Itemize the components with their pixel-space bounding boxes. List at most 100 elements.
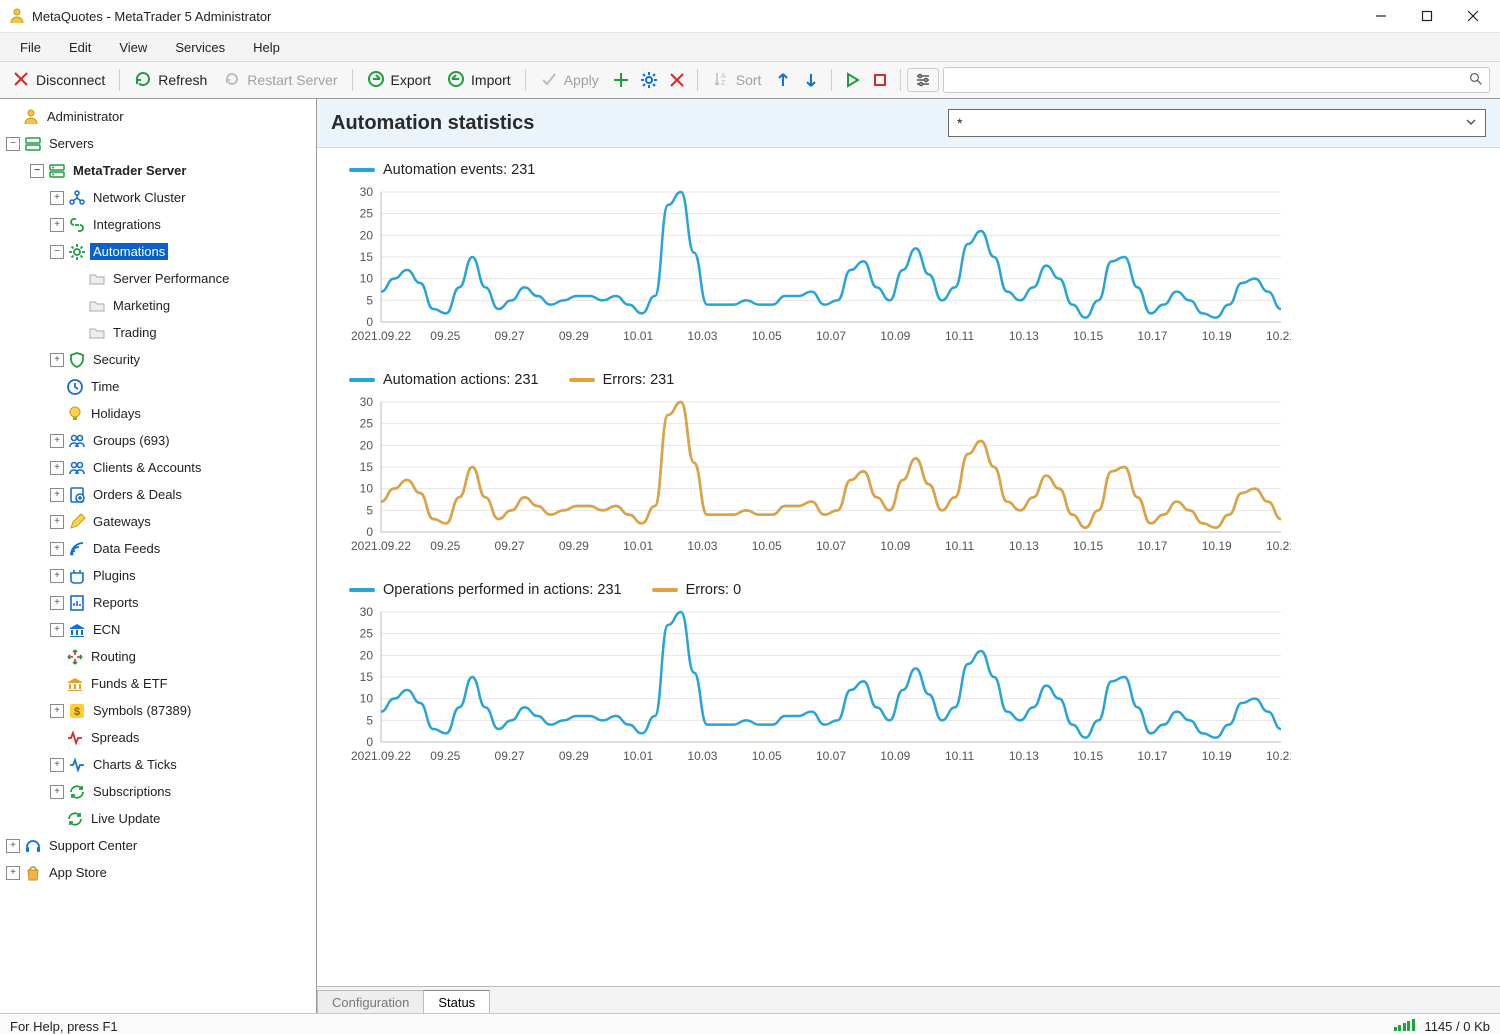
search-input[interactable] xyxy=(944,73,1489,88)
import-button[interactable]: Import xyxy=(439,66,519,95)
svg-text:2021.09.22: 2021.09.22 xyxy=(351,329,411,343)
svg-text:5: 5 xyxy=(366,713,373,727)
svg-text:10.19: 10.19 xyxy=(1202,749,1232,763)
network-icon xyxy=(68,189,86,207)
sort-icon: AZ xyxy=(712,70,730,91)
shield-icon xyxy=(68,351,86,369)
user-icon xyxy=(22,108,40,126)
tree-routing[interactable]: Routing xyxy=(6,643,316,670)
menu-bar: File Edit View Services Help xyxy=(0,33,1500,62)
tree-clients-accounts[interactable]: +Clients & Accounts xyxy=(6,454,316,481)
pulse-icon xyxy=(66,729,84,747)
tree-security[interactable]: +Security xyxy=(6,346,316,373)
svg-text:A: A xyxy=(721,73,726,80)
tree-support-center[interactable]: +Support Center xyxy=(6,832,316,859)
filter-value: * xyxy=(957,115,962,131)
apply-icon xyxy=(540,70,558,91)
chart-1: 0510152025302021.09.2209.2509.2709.2910.… xyxy=(331,394,1291,554)
tab-status[interactable]: Status xyxy=(423,990,490,1013)
svg-text:2021.09.22: 2021.09.22 xyxy=(351,749,411,763)
tree-data-feeds[interactable]: +Data Feeds xyxy=(6,535,316,562)
svg-text:10.15: 10.15 xyxy=(1073,329,1103,343)
tree-trading[interactable]: Trading xyxy=(6,319,316,346)
disconnect-icon xyxy=(12,70,30,91)
play-button[interactable] xyxy=(838,66,866,94)
search-box[interactable] xyxy=(943,67,1490,93)
chevron-down-icon xyxy=(1465,115,1477,131)
tree-server-performance[interactable]: Server Performance xyxy=(6,265,316,292)
tree-symbols[interactable]: +$Symbols (87389) xyxy=(6,697,316,724)
tree-time[interactable]: Time xyxy=(6,373,316,400)
tree-live-update[interactable]: Live Update xyxy=(6,805,316,832)
tree-orders-deals[interactable]: +Orders & Deals xyxy=(6,481,316,508)
filter-dropdown[interactable]: * xyxy=(948,109,1486,137)
filter-options-button[interactable] xyxy=(907,68,939,92)
tree-automations[interactable]: −Automations xyxy=(6,238,316,265)
add-button[interactable] xyxy=(607,66,635,94)
tree-integrations[interactable]: +Integrations xyxy=(6,211,316,238)
tree-ecn[interactable]: +ECN xyxy=(6,616,316,643)
users-icon xyxy=(68,459,86,477)
svg-text:Z: Z xyxy=(721,80,726,87)
svg-text:10.01: 10.01 xyxy=(623,749,653,763)
tree-spreads[interactable]: Spreads xyxy=(6,724,316,751)
tree-groups[interactable]: +Groups (693) xyxy=(6,427,316,454)
folder-icon xyxy=(88,324,106,342)
settings-button[interactable] xyxy=(635,66,663,94)
tree-metatrader-server[interactable]: −MetaTrader Server xyxy=(6,157,316,184)
svg-text:10.17: 10.17 xyxy=(1137,539,1167,553)
bulb-icon xyxy=(66,405,84,423)
minimize-button[interactable] xyxy=(1358,0,1404,32)
svg-text:10.13: 10.13 xyxy=(1009,329,1039,343)
app-icon xyxy=(8,7,26,25)
svg-text:09.27: 09.27 xyxy=(495,539,525,553)
menu-file[interactable]: File xyxy=(6,34,55,61)
tree-reports[interactable]: +Reports xyxy=(6,589,316,616)
svg-text:20: 20 xyxy=(360,648,374,662)
window-title: MetaQuotes - MetaTrader 5 Administrator xyxy=(32,9,271,24)
status-network: 1145 / 0 Kb xyxy=(1394,1019,1490,1034)
tree-app-store[interactable]: +App Store xyxy=(6,859,316,886)
apply-button[interactable]: Apply xyxy=(532,66,607,95)
move-down-button[interactable] xyxy=(797,66,825,94)
delete-button[interactable] xyxy=(663,66,691,94)
charts-area: Automation events: 2310510152025302021.0… xyxy=(317,148,1500,986)
export-button[interactable]: Export xyxy=(359,66,439,95)
svg-text:25: 25 xyxy=(360,417,374,431)
restart-icon xyxy=(223,70,241,91)
maximize-button[interactable] xyxy=(1404,0,1450,32)
import-label: Import xyxy=(471,72,511,88)
svg-text:09.29: 09.29 xyxy=(559,539,589,553)
tree-servers[interactable]: −Servers xyxy=(6,130,316,157)
folder-icon xyxy=(88,297,106,315)
tree-plugins[interactable]: +Plugins xyxy=(6,562,316,589)
svg-text:10.05: 10.05 xyxy=(752,749,782,763)
tree-gateways[interactable]: +Gateways xyxy=(6,508,316,535)
svg-text:10.15: 10.15 xyxy=(1073,749,1103,763)
menu-view[interactable]: View xyxy=(105,34,161,61)
apply-label: Apply xyxy=(564,72,599,88)
refresh-button[interactable]: Refresh xyxy=(126,66,215,95)
tree-subscriptions[interactable]: +Subscriptions xyxy=(6,778,316,805)
tab-configuration[interactable]: Configuration xyxy=(317,990,424,1013)
tree-holidays[interactable]: Holidays xyxy=(6,400,316,427)
menu-help[interactable]: Help xyxy=(239,34,294,61)
tree-marketing[interactable]: Marketing xyxy=(6,292,316,319)
tree-funds-etf[interactable]: Funds & ETF xyxy=(6,670,316,697)
clock-icon xyxy=(66,378,84,396)
tree-charts-ticks[interactable]: +Charts & Ticks xyxy=(6,751,316,778)
svg-text:09.27: 09.27 xyxy=(495,329,525,343)
svg-text:10.13: 10.13 xyxy=(1009,539,1039,553)
menu-services[interactable]: Services xyxy=(161,34,239,61)
menu-edit[interactable]: Edit xyxy=(55,34,105,61)
restart-server-button[interactable]: Restart Server xyxy=(215,66,345,95)
sort-button[interactable]: AZ Sort xyxy=(704,66,770,95)
navigation-tree[interactable]: Administrator −Servers −MetaTrader Serve… xyxy=(0,99,317,1013)
move-up-button[interactable] xyxy=(769,66,797,94)
close-button[interactable] xyxy=(1450,0,1496,32)
stop-button[interactable] xyxy=(866,66,894,94)
tree-administrator[interactable]: Administrator xyxy=(6,103,316,130)
tree-network-cluster[interactable]: +Network Cluster xyxy=(6,184,316,211)
svg-text:0: 0 xyxy=(366,315,373,329)
disconnect-button[interactable]: Disconnect xyxy=(4,66,113,95)
